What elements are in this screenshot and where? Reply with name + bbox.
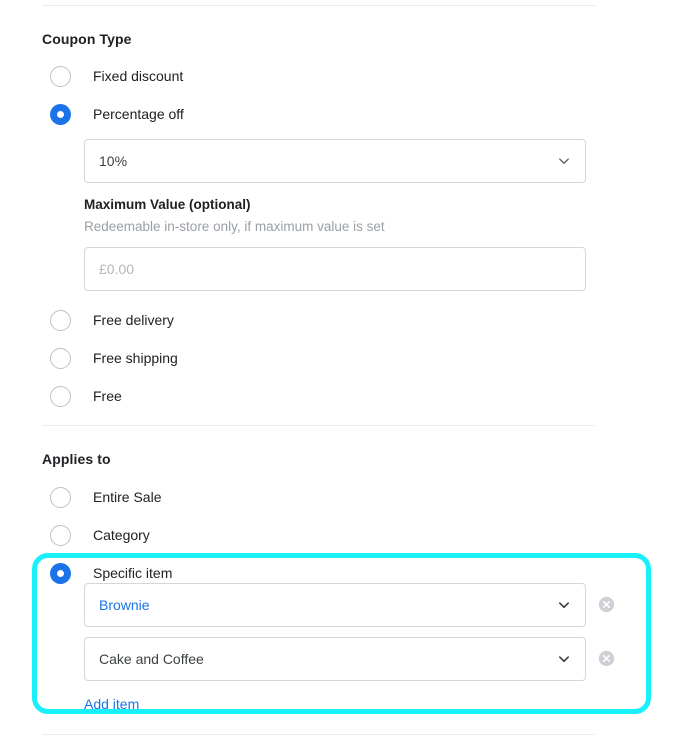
radio-label-percentage-off: Percentage off xyxy=(93,106,184,122)
radio-label-category: Category xyxy=(93,527,150,543)
percentage-select-value: 10% xyxy=(99,153,128,169)
radio-percentage-off[interactable] xyxy=(50,103,71,125)
radio-label-free-delivery: Free delivery xyxy=(93,312,174,328)
remove-item-1-button[interactable] xyxy=(598,596,615,613)
maximum-value-placeholder: £0.00 xyxy=(99,261,135,277)
radio-label-free: Free xyxy=(93,388,122,404)
radio-category[interactable] xyxy=(50,524,71,546)
maximum-value-input[interactable]: £0.00 xyxy=(84,247,586,291)
radio-row-entire-sale[interactable]: Entire Sale xyxy=(50,486,161,508)
coupon-form-page: Coupon Type Fixed discount Percentage of… xyxy=(0,0,690,754)
radio-free-delivery[interactable] xyxy=(50,309,71,331)
radio-row-free-shipping[interactable]: Free shipping xyxy=(50,347,178,369)
coupon-type-heading: Coupon Type xyxy=(42,31,132,47)
radio-row-free[interactable]: Free xyxy=(50,385,122,407)
radio-entire-sale[interactable] xyxy=(50,486,71,508)
specific-item-select-2-value: Cake and Coffee xyxy=(99,651,204,667)
radio-free-shipping[interactable] xyxy=(50,347,71,369)
radio-row-category[interactable]: Category xyxy=(50,524,150,546)
radio-fixed-discount[interactable] xyxy=(50,65,71,87)
chevron-down-icon xyxy=(558,656,570,663)
percentage-select[interactable]: 10% xyxy=(84,139,586,183)
chevron-down-icon xyxy=(559,158,569,164)
add-item-link[interactable]: Add item xyxy=(84,694,139,714)
radio-label-specific-item: Specific item xyxy=(93,565,173,581)
remove-item-2-button[interactable] xyxy=(598,650,615,667)
maximum-value-label: Maximum Value (optional) xyxy=(84,197,251,212)
specific-item-select-2[interactable]: Cake and Coffee xyxy=(84,637,586,681)
divider-top xyxy=(42,5,595,6)
divider-middle xyxy=(42,425,595,426)
radio-row-percentage-off[interactable]: Percentage off xyxy=(50,103,184,125)
maximum-value-help: Redeemable in-store only, if maximum val… xyxy=(84,219,385,234)
radio-row-specific-item[interactable]: Specific item xyxy=(50,562,172,584)
chevron-down-icon xyxy=(558,602,570,609)
radio-label-fixed-discount: Fixed discount xyxy=(93,68,184,84)
radio-label-free-shipping: Free shipping xyxy=(93,350,178,366)
radio-row-fixed-discount[interactable]: Fixed discount xyxy=(50,65,183,87)
applies-to-heading: Applies to xyxy=(42,451,111,467)
specific-item-select-1[interactable]: Brownie xyxy=(84,583,586,627)
radio-label-entire-sale: Entire Sale xyxy=(93,489,162,505)
radio-specific-item[interactable] xyxy=(50,562,71,584)
radio-free[interactable] xyxy=(50,385,71,407)
divider-bottom xyxy=(42,734,595,735)
specific-item-select-1-value: Brownie xyxy=(99,597,150,613)
radio-row-free-delivery[interactable]: Free delivery xyxy=(50,309,174,331)
